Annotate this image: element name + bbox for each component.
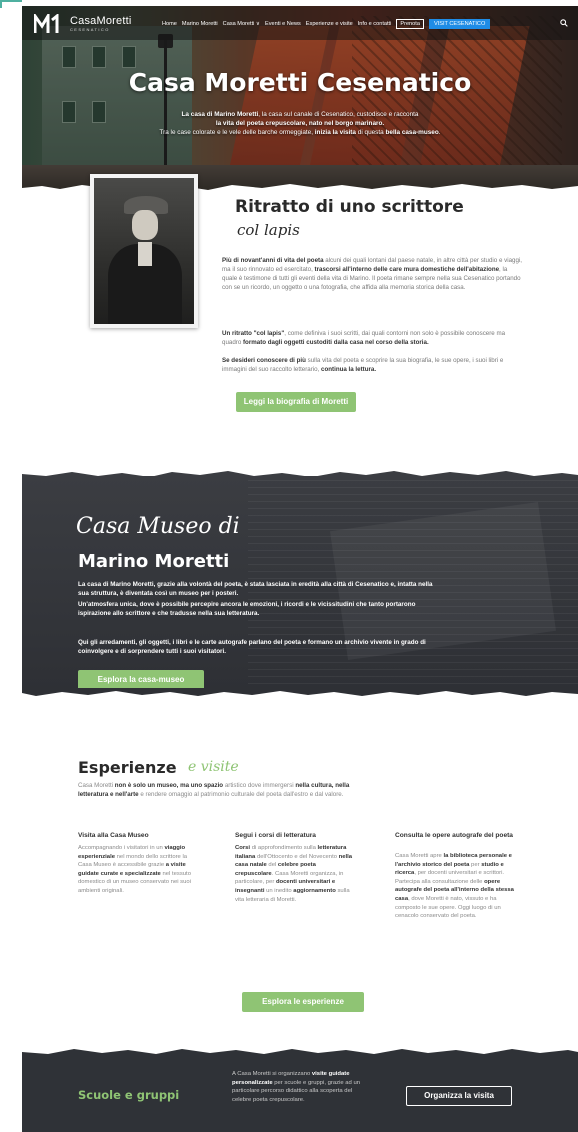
- museum-paragraph-2: Un'atmosfera unica, dove è possibile per…: [78, 601, 416, 617]
- logo-icon[interactable]: [34, 14, 62, 34]
- text-fragment: artistico dove immergersi: [223, 782, 296, 789]
- moretti-portrait-photo: [94, 178, 194, 324]
- hero-text-fragment: Marino Moretti: [214, 111, 259, 118]
- text-fragment: del: [266, 862, 278, 869]
- photo-shirt: [138, 242, 152, 266]
- hero-text-line: La casa di Marino Moretti, la casa sul c…: [102, 110, 498, 119]
- nav-item-marino-moretti[interactable]: Marino Moretti: [182, 21, 218, 27]
- text-fragment: non è solo un museo, ma uno spazio: [114, 782, 224, 789]
- page: CasaMoretti CESENATICO Home Marino Moret…: [22, 6, 578, 1132]
- nav-item-esperienze[interactable]: Esperienze e visite: [306, 21, 353, 27]
- nav-item-info-contatti[interactable]: Info e contatti: [358, 21, 392, 27]
- text-fragment: un inedito: [264, 887, 294, 894]
- hero-text-fragment: La casa di: [181, 111, 215, 118]
- museum-paragraph-1: La casa di Marino Moretti, grazie alla v…: [78, 581, 433, 597]
- experience-column-title: Visita alla Casa Museo: [78, 832, 149, 839]
- corner-mark: [0, 0, 22, 8]
- text-fragment: Corsi: [235, 845, 251, 851]
- text-fragment: continua la lettura.: [321, 366, 377, 373]
- text-fragment: dell'Ottocento e del Novecento: [255, 853, 339, 860]
- read-biography-button[interactable]: Leggi la biografia di Moretti: [236, 392, 356, 412]
- experiences-title: Esperienze: [78, 758, 177, 777]
- hero-text-line: Tra le case colorate e le vele delle bar…: [102, 128, 498, 137]
- text-fragment: per: [469, 861, 482, 868]
- organize-visit-button[interactable]: Organizza la visita: [406, 1086, 512, 1106]
- text-fragment: Se desideri conoscere di più: [222, 357, 306, 364]
- portrait-paragraph-2: Un ritratto "col lapis", come definiva i…: [222, 329, 522, 347]
- hero-text-fragment: la vita del poeta crepuscolare, nato nel…: [215, 120, 385, 127]
- hero-text-fragment: bella casa-museo: [385, 129, 439, 136]
- text-fragment: Casa Moretti apre: [395, 853, 444, 859]
- visit-cesenatico-button[interactable]: VISIT CESENATICO: [428, 19, 491, 29]
- prenota-button[interactable]: Prenota: [396, 19, 424, 29]
- text-fragment: Casa Moretti: [78, 782, 115, 789]
- experience-column-text: Corsi di approfondimento sulla letteratu…: [235, 844, 355, 904]
- portrait-photo-frame: [90, 174, 198, 328]
- portrait-paragraph-3: Se desideri conoscere di più sulla vita …: [222, 356, 522, 374]
- groups-text: A Casa Moretti si organizzano visite gui…: [232, 1070, 372, 1104]
- torn-paper-edge: [22, 688, 578, 696]
- experience-column-title: Consulta le opere autografe del poeta: [395, 832, 513, 839]
- experience-column-text: Accompagnando i visitatori in un viaggio…: [78, 844, 198, 896]
- text-fragment: e rendere omaggio al patrimonio cultural…: [138, 791, 344, 798]
- hero-text-fragment: di questa: [355, 129, 386, 136]
- logo-name[interactable]: CasaMoretti: [70, 15, 132, 27]
- main-menu: Home Marino Moretti Casa Moretti ∨ Event…: [162, 18, 491, 30]
- text-fragment: A Casa Moretti si organizzano: [232, 1071, 312, 1077]
- text-fragment: di approfondimento sulla: [250, 845, 318, 851]
- top-navigation-bar: CasaMoretti CESENATICO Home Marino Moret…: [22, 6, 578, 40]
- museum-paragraph-3: Qui gli arredamenti, gli oggetti, i libr…: [78, 639, 426, 655]
- portrait-section-script: col lapis: [237, 221, 300, 239]
- hero-title: Casa Moretti Cesenatico: [128, 68, 472, 97]
- explore-museum-button[interactable]: Esplora la casa-museo: [78, 670, 204, 690]
- text-fragment: Un ritratto "col lapis": [222, 330, 285, 337]
- nav-item-eventi-news[interactable]: Eventi e News: [265, 21, 301, 27]
- nav-item-casa-moretti[interactable]: Casa Moretti ∨: [223, 21, 260, 27]
- hero-text-fragment: inizia la visita: [314, 129, 356, 136]
- experiences-script: e visite: [188, 759, 239, 775]
- text-fragment: formato dagli oggetti custoditi dalla ca…: [243, 339, 429, 346]
- explore-experiences-button[interactable]: Esplora le esperienze: [242, 992, 364, 1012]
- text-fragment: , dove Moretti è nato, vissuto e ha comp…: [395, 895, 501, 920]
- text-fragment: trascorsi all'interno delle care mura do…: [314, 266, 500, 273]
- hero-text-fragment: Tra le case colorate e le vele delle bar…: [159, 129, 315, 136]
- experience-column-text: Casa Moretti apre la biblioteca personal…: [395, 852, 515, 921]
- nav-item-home[interactable]: Home: [162, 21, 177, 27]
- portrait-section-title: Ritratto di uno scrittore: [235, 197, 464, 217]
- hero-text-fragment: , la casa sul canale di Cesenatico, cust…: [258, 111, 419, 118]
- museum-section-title: Marino Moretti: [78, 551, 230, 572]
- museum-section-script: Casa Museo di: [76, 514, 240, 539]
- photo-face: [132, 210, 158, 240]
- text-fragment: Accompagnando i visitatori in un: [78, 845, 165, 851]
- experience-column-title: Segui i corsi di letteratura: [235, 832, 316, 839]
- text-fragment: aggiornamento: [293, 887, 336, 894]
- hero-banner: CasaMoretti CESENATICO Home Marino Moret…: [22, 6, 578, 191]
- groups-title: Scuole e gruppi: [78, 1088, 180, 1102]
- portrait-paragraph-1: Più di novant'anni di vita del poeta alc…: [222, 256, 522, 292]
- logo-subtitle: CESENATICO: [70, 27, 110, 32]
- hero-text-line: la vita del poeta crepuscolare, nato nel…: [102, 119, 498, 128]
- search-icon[interactable]: [560, 19, 568, 27]
- hero-text-fragment: .: [438, 129, 441, 136]
- text-fragment: Più di novant'anni di vita del poeta: [222, 257, 324, 264]
- experiences-intro: Casa Moretti non è solo un museo, ma uno…: [78, 781, 378, 799]
